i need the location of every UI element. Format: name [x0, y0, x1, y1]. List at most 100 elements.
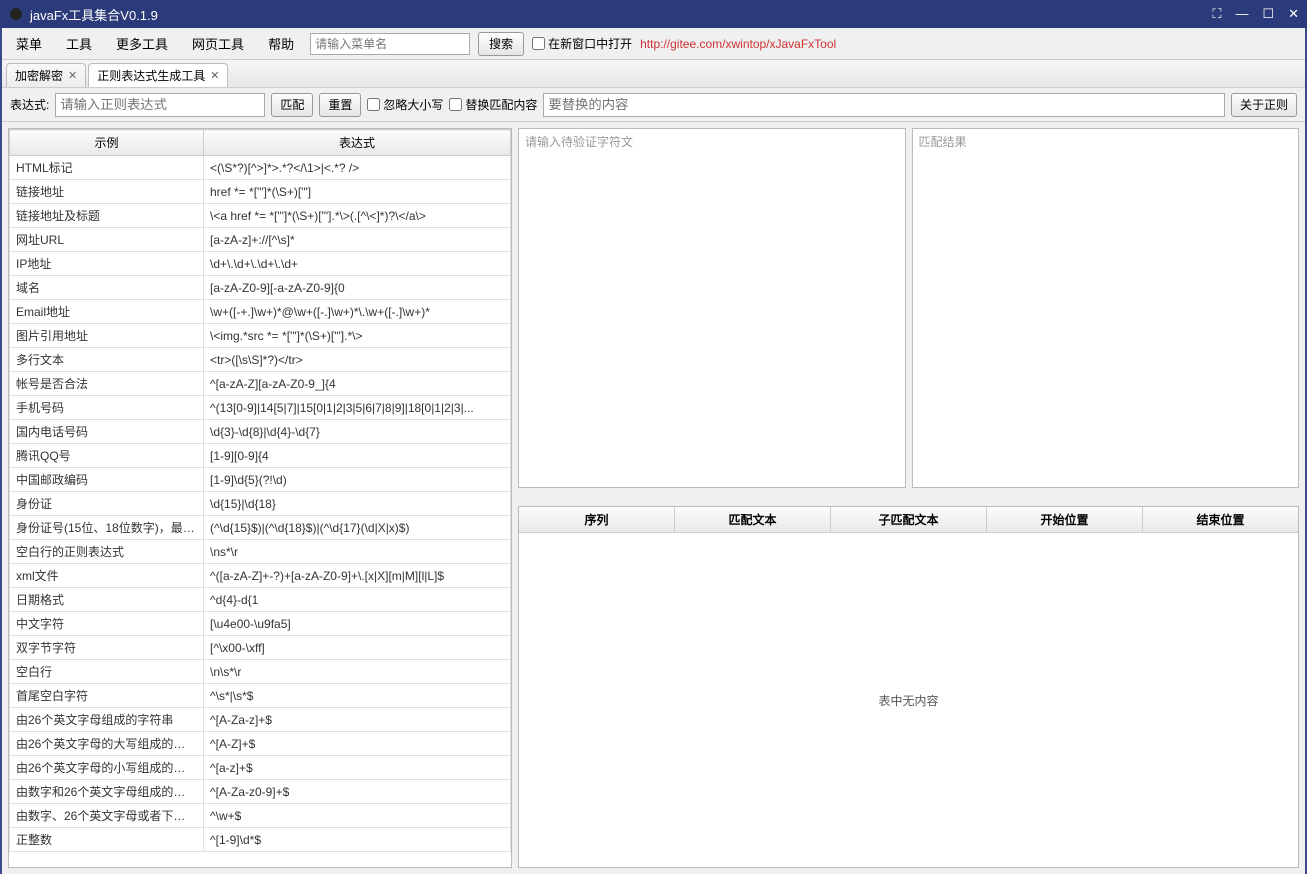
replace-match-input[interactable]: [449, 98, 462, 111]
table-row[interactable]: 正整数^[1-9]\d*$: [10, 828, 511, 852]
cell-name: 网址URL: [10, 228, 204, 252]
match-button[interactable]: 匹配: [271, 93, 313, 117]
menu-item-web-tools[interactable]: 网页工具: [184, 31, 252, 56]
cell-expr: \<a href *= *['"]*(\S+)["'].*\>(.[^\<]*)…: [204, 204, 511, 228]
cell-expr: \d{15}|\d{18}: [204, 492, 511, 516]
table-row[interactable]: 帐号是否合法^[a-zA-Z][a-zA-Z0-9_]{4: [10, 372, 511, 396]
cell-name: 由数字和26个英文字母组成的字符...: [10, 780, 204, 804]
about-regex-button[interactable]: 关于正则: [1231, 93, 1297, 117]
reset-button[interactable]: 重置: [319, 93, 361, 117]
replace-match-checkbox[interactable]: 替换匹配内容: [449, 96, 537, 113]
close-icon[interactable]: ✕: [1288, 6, 1299, 22]
cell-expr: \d+\.\d+\.\d+\.\d+: [204, 252, 511, 276]
table-row[interactable]: 国内电话号码\d{3}-\d{8}|\d{4}-\d{7}: [10, 420, 511, 444]
match-result-box[interactable]: 匹配结果: [912, 128, 1300, 488]
cell-name: 首尾空白字符: [10, 684, 204, 708]
menu-item-tools[interactable]: 工具: [58, 31, 100, 56]
menu-search-input[interactable]: [310, 33, 470, 55]
cell-expr: (^\d{15}$)|(^\d{18}$)|(^\d{17}(\d|X|x)$): [204, 516, 511, 540]
table-row[interactable]: Email地址\w+([-+.]\w+)*@\w+([-.]\w+)*\.\w+…: [10, 300, 511, 324]
cell-name: 身份证号(15位、18位数字)，最后...: [10, 516, 204, 540]
tab-encrypt[interactable]: 加密解密 ✕: [6, 63, 86, 87]
open-new-window-input[interactable]: [532, 37, 545, 50]
table-row[interactable]: 由数字和26个英文字母组成的字符...^[A-Za-z0-9]+$: [10, 780, 511, 804]
cell-name: 域名: [10, 276, 204, 300]
repo-link[interactable]: http://gitee.com/xwintop/xJavaFxTool: [640, 37, 836, 51]
table-row[interactable]: 多行文本<tr>([\s\S]*?)</tr>: [10, 348, 511, 372]
titlebar: javaFx工具集合V0.1.9 ⛶ — ☐ ✕: [0, 0, 1307, 28]
cell-name: 空白行: [10, 660, 204, 684]
col-matchtext[interactable]: 匹配文本: [675, 507, 831, 532]
search-button[interactable]: 搜索: [478, 32, 524, 56]
open-new-window-checkbox[interactable]: 在新窗口中打开: [532, 35, 632, 52]
table-row[interactable]: 空白行\n\s*\r: [10, 660, 511, 684]
cell-name: 身份证: [10, 492, 204, 516]
expand-icon[interactable]: ⛶: [1212, 6, 1221, 22]
col-example[interactable]: 示例: [10, 130, 204, 156]
col-expression[interactable]: 表达式: [204, 130, 511, 156]
cell-expr: [a-zA-z]+://[^\s]*: [204, 228, 511, 252]
right-panel: 请输入待验证字符文 匹配结果 序列 匹配文本 子匹配文本 开始位置 结束位置 表…: [518, 122, 1305, 874]
cell-name: 腾讯QQ号: [10, 444, 204, 468]
cell-expr: <(\S*?)[^>]*>.*?</\1>|<.*? />: [204, 156, 511, 180]
cell-name: 链接地址: [10, 180, 204, 204]
cell-name: 由数字、26个英文字母或者下划线...: [10, 804, 204, 828]
table-row[interactable]: HTML标记<(\S*?)[^>]*>.*?</\1>|<.*? />: [10, 156, 511, 180]
table-row[interactable]: 由26个英文字母的小写组成的字符...^[a-z]+$: [10, 756, 511, 780]
menu-item-help[interactable]: 帮助: [260, 31, 302, 56]
table-row[interactable]: 双字节字符[^\x00-\xff]: [10, 636, 511, 660]
table-row[interactable]: 空白行的正则表达式\ns*\r: [10, 540, 511, 564]
table-row[interactable]: 由26个英文字母组成的字符串^[A-Za-z]+$: [10, 708, 511, 732]
horizontal-splitter[interactable]: [518, 494, 1299, 500]
cell-name: 中文字符: [10, 612, 204, 636]
tab-regex[interactable]: 正则表达式生成工具 ✕: [88, 63, 228, 87]
cell-expr: ^\s*|\s*$: [204, 684, 511, 708]
cell-name: 帐号是否合法: [10, 372, 204, 396]
menu-item-main[interactable]: 菜单: [8, 31, 50, 56]
cell-name: 链接地址及标题: [10, 204, 204, 228]
cell-expr: [\u4e00-\u9fa5]: [204, 612, 511, 636]
minimize-icon[interactable]: —: [1235, 6, 1248, 22]
cell-name: 空白行的正则表达式: [10, 540, 204, 564]
table-row[interactable]: 腾讯QQ号[1-9][0-9]{4: [10, 444, 511, 468]
tab-close-icon[interactable]: ✕: [210, 69, 219, 82]
table-row[interactable]: 图片引用地址\<img.*src *= *['"]*(\S+)["'].*\>: [10, 324, 511, 348]
table-row[interactable]: 由26个英文字母的大写组成的字符...^[A-Z]+$: [10, 732, 511, 756]
table-row[interactable]: 链接地址href *= *['"]*(\S+)["']: [10, 180, 511, 204]
cell-expr: ^[A-Za-z0-9]+$: [204, 780, 511, 804]
table-row[interactable]: 身份证号(15位、18位数字)，最后...(^\d{15}$)|(^\d{18}…: [10, 516, 511, 540]
ignore-case-checkbox[interactable]: 忽略大小写: [367, 96, 443, 113]
test-input[interactable]: 请输入待验证字符文: [518, 128, 906, 488]
col-submatch[interactable]: 子匹配文本: [831, 507, 987, 532]
table-row[interactable]: 链接地址及标题\<a href *= *['"]*(\S+)["'].*\>(.…: [10, 204, 511, 228]
table-row[interactable]: 由数字、26个英文字母或者下划线...^\w+$: [10, 804, 511, 828]
table-row[interactable]: xml文件^([a-zA-Z]+-?)+[a-zA-Z0-9]+\.[x|X][…: [10, 564, 511, 588]
regex-toolbar: 表达式: 匹配 重置 忽略大小写 替换匹配内容 关于正则: [2, 88, 1305, 122]
table-row[interactable]: IP地址\d+\.\d+\.\d+\.\d+: [10, 252, 511, 276]
table-row[interactable]: 首尾空白字符^\s*|\s*$: [10, 684, 511, 708]
cell-expr: ^(13[0-9]|14[5|7]|15[0|1|2|3|5|6|7|8|9]|…: [204, 396, 511, 420]
col-end[interactable]: 结束位置: [1143, 507, 1298, 532]
table-row[interactable]: 手机号码^(13[0-9]|14[5|7]|15[0|1|2|3|5|6|7|8…: [10, 396, 511, 420]
col-seq[interactable]: 序列: [519, 507, 675, 532]
table-row[interactable]: 中文字符[\u4e00-\u9fa5]: [10, 612, 511, 636]
ignore-case-input[interactable]: [367, 98, 380, 111]
table-row[interactable]: 中国邮政编码[1-9]\d{5}(?!\d): [10, 468, 511, 492]
result-empty: 表中无内容: [519, 533, 1298, 867]
tab-close-icon[interactable]: ✕: [68, 69, 77, 82]
cell-expr: ^([a-zA-Z]+-?)+[a-zA-Z0-9]+\.[x|X][m|M][…: [204, 564, 511, 588]
col-start[interactable]: 开始位置: [987, 507, 1143, 532]
replace-input[interactable]: [543, 93, 1225, 117]
cell-expr: \d{3}-\d{8}|\d{4}-\d{7}: [204, 420, 511, 444]
table-row[interactable]: 日期格式^d{4}-d{1: [10, 588, 511, 612]
table-row[interactable]: 身份证\d{15}|\d{18}: [10, 492, 511, 516]
menu-item-more-tools[interactable]: 更多工具: [108, 31, 176, 56]
text-boxes: 请输入待验证字符文 匹配结果: [518, 128, 1299, 488]
content: 示例 表达式 HTML标记<(\S*?)[^>]*>.*?</\1>|<.*? …: [2, 122, 1305, 874]
table-row[interactable]: 网址URL[a-zA-z]+://[^\s]*: [10, 228, 511, 252]
maximize-icon[interactable]: ☐: [1262, 6, 1274, 22]
table-row[interactable]: 域名[a-zA-Z0-9][-a-zA-Z0-9]{0: [10, 276, 511, 300]
expression-input[interactable]: [55, 93, 265, 117]
examples-table-wrap[interactable]: 示例 表达式 HTML标记<(\S*?)[^>]*>.*?</\1>|<.*? …: [8, 128, 512, 868]
cell-expr: ^[1-9]\d*$: [204, 828, 511, 852]
